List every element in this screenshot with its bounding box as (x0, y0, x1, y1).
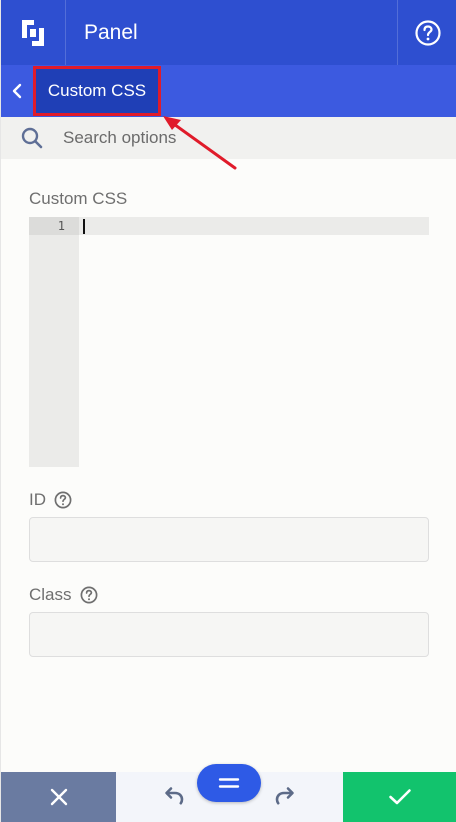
custom-css-label: Custom CSS (29, 189, 128, 208)
custom-css-editor[interactable]: 1 (29, 217, 429, 467)
question-circle-icon[interactable] (54, 491, 72, 509)
class-field[interactable] (29, 612, 429, 657)
builder-logo-icon[interactable] (1, 0, 66, 65)
redo-icon (275, 787, 294, 805)
close-icon (50, 788, 67, 806)
class-label-row: Class (29, 585, 98, 605)
options-panel: Panel Custom CSS Custom CSS (0, 0, 456, 822)
panel-title: Panel (84, 20, 138, 44)
back-button[interactable] (1, 65, 33, 117)
question-circle-icon (414, 19, 441, 46)
id-field[interactable] (29, 517, 429, 562)
text-cursor (83, 219, 85, 234)
editor-gutter (29, 217, 79, 467)
class-label: Class (29, 585, 72, 604)
id-label-row: ID (29, 490, 72, 510)
undo-icon (165, 787, 184, 805)
menu-icon (218, 778, 240, 788)
editor-active-line (79, 217, 429, 235)
id-label: ID (29, 490, 46, 509)
checkmark-icon (389, 789, 411, 805)
close-button[interactable] (1, 772, 116, 822)
chevron-left-icon (12, 83, 22, 99)
redo-button[interactable] (273, 784, 299, 815)
search-icon (1, 126, 63, 150)
line-number: 1 (57, 219, 65, 233)
question-circle-icon[interactable] (80, 586, 98, 604)
menu-button[interactable] (197, 764, 261, 802)
breadcrumb-current: Custom CSS (33, 66, 161, 116)
annotation-arrow (163, 116, 237, 170)
panel-header: Panel (1, 0, 456, 65)
help-button[interactable] (397, 0, 456, 65)
undo-button[interactable] (160, 784, 186, 815)
save-button[interactable] (343, 772, 456, 822)
